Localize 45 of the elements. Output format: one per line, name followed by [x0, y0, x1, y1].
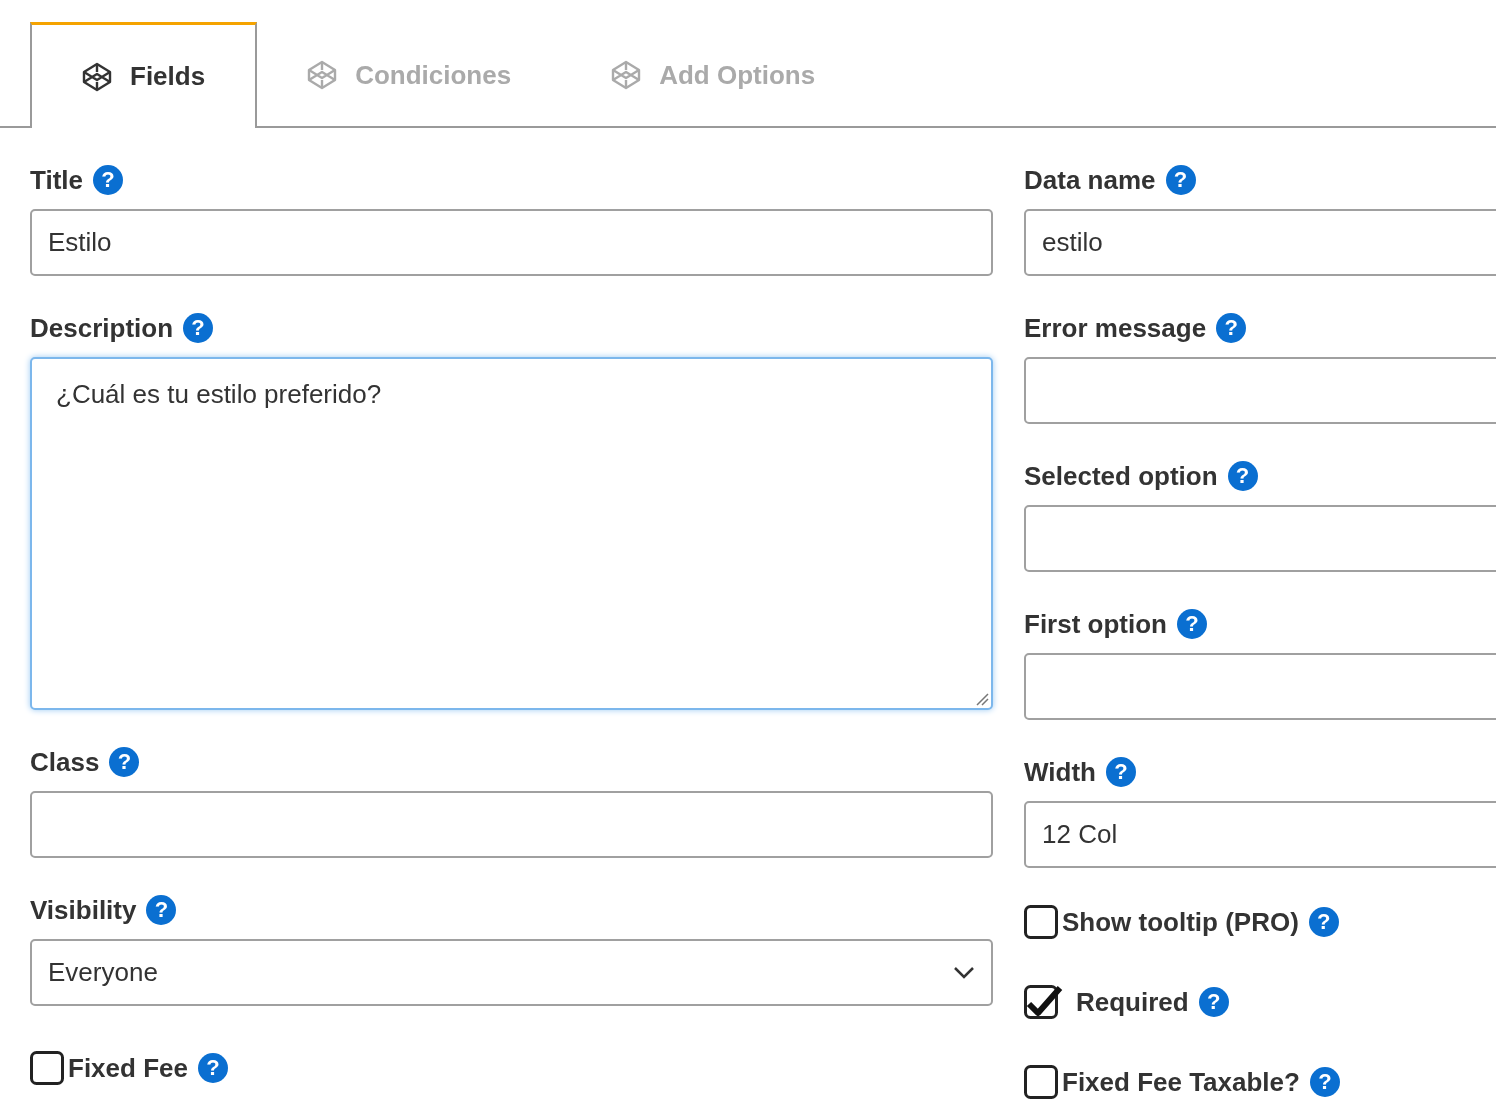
- field-label: Description: [30, 311, 174, 345]
- help-icon[interactable]: ?: [1216, 313, 1247, 343]
- cube-icon: [611, 60, 642, 90]
- help-icon[interactable]: ?: [183, 313, 214, 343]
- checkbox-label: Show tooltip (PRO): [1062, 905, 1299, 939]
- checkbox-label: Required: [1076, 985, 1189, 1019]
- field-label: Selected option: [1024, 459, 1218, 493]
- field-label: Error message: [1024, 311, 1207, 345]
- help-icon[interactable]: ?: [1227, 461, 1258, 491]
- checkbox[interactable]: [1024, 1063, 1058, 1101]
- cube-icon: [307, 60, 338, 90]
- description-textarea[interactable]: ¿Cuál es tu estilo preferido?: [30, 357, 993, 710]
- cube-icon: [82, 61, 112, 92]
- resize-handle-icon[interactable]: [975, 692, 989, 706]
- help-icon[interactable]: ?: [1308, 907, 1339, 937]
- checkbox-label: Fixed Fee Taxable?: [1062, 1065, 1300, 1099]
- help-icon[interactable]: ?: [109, 747, 140, 777]
- help-icon[interactable]: ?: [1165, 165, 1196, 195]
- checkbox[interactable]: [1024, 903, 1058, 941]
- help-icon[interactable]: ?: [93, 165, 123, 195]
- help-icon[interactable]: ?: [1309, 1067, 1340, 1097]
- help-icon[interactable]: ?: [1177, 609, 1207, 639]
- help-icon[interactable]: ?: [146, 895, 177, 925]
- text-input[interactable]: [1024, 653, 1496, 720]
- field-label: Class: [30, 745, 100, 779]
- field-label: Data name: [1024, 163, 1156, 197]
- visibility-select[interactable]: Everyone: [30, 939, 993, 1006]
- field-label: Width: [1024, 755, 1096, 789]
- checkbox-label: Fixed Fee: [68, 1051, 188, 1085]
- text-input[interactable]: estilo: [1024, 209, 1496, 276]
- field-label: Title: [30, 163, 83, 197]
- tab[interactable]: Fields: [30, 22, 258, 128]
- text-input[interactable]: [1024, 505, 1496, 572]
- chevron-down-icon: [953, 965, 975, 980]
- help-icon[interactable]: ?: [1105, 757, 1136, 787]
- checkbox[interactable]: [30, 1049, 64, 1087]
- text-input[interactable]: [30, 791, 993, 858]
- help-icon[interactable]: ?: [1198, 987, 1229, 1017]
- help-icon[interactable]: ?: [197, 1053, 228, 1083]
- text-input[interactable]: 12 Col: [1024, 801, 1496, 868]
- field-label: Visibility: [30, 893, 137, 927]
- checkbox[interactable]: [1024, 983, 1064, 1021]
- text-input[interactable]: Estilo: [30, 209, 993, 276]
- field-label: First option: [1024, 607, 1167, 641]
- text-input[interactable]: [1024, 357, 1496, 424]
